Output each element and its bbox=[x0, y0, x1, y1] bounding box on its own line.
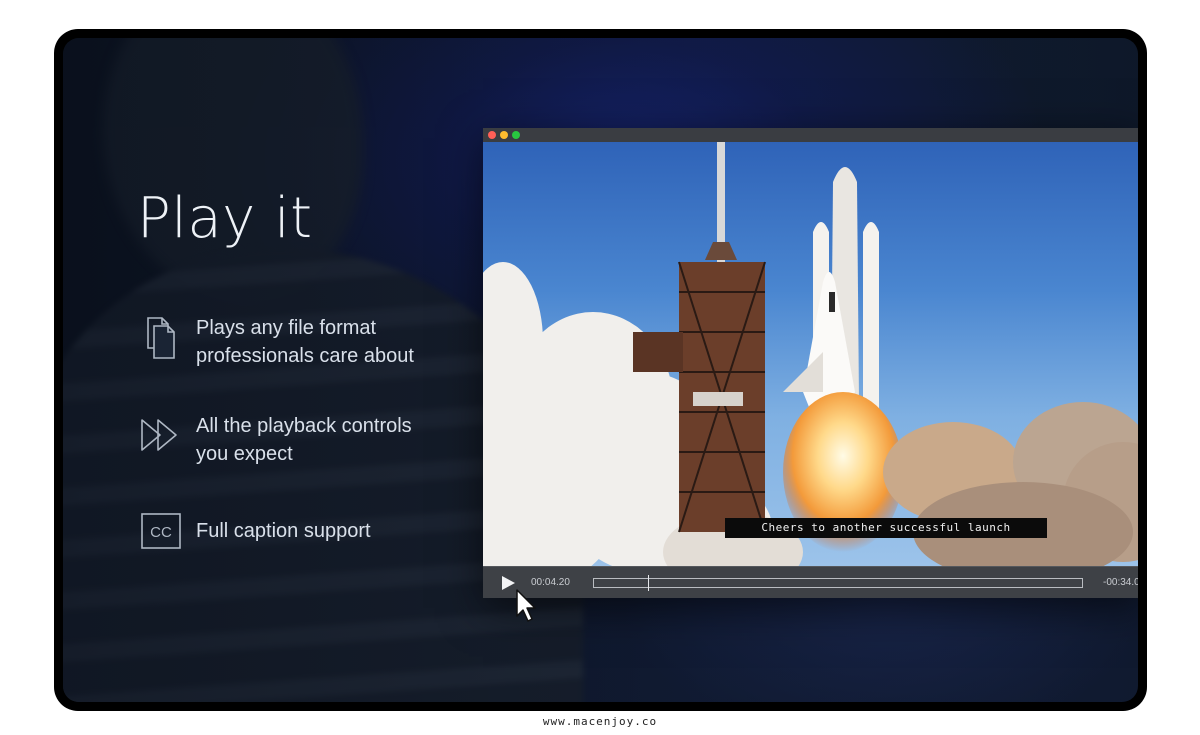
smoke-clouds-right bbox=[883, 402, 1138, 566]
feature-playback-line2: you expect bbox=[196, 443, 293, 465]
promo-screen: Play it Plays any file format profession… bbox=[63, 38, 1138, 702]
minimize-window-button[interactable] bbox=[500, 131, 508, 139]
feature-file-formats: Plays any file format professionals care… bbox=[138, 314, 414, 370]
feature-playback-controls: All the playback controls you expect bbox=[138, 412, 412, 468]
close-window-button[interactable] bbox=[488, 131, 496, 139]
video-player-window: Cheers to another successful launch 00:0… bbox=[483, 128, 1138, 598]
documents-icon bbox=[147, 317, 175, 359]
mouse-pointer-icon bbox=[516, 589, 536, 622]
footer-url[interactable]: www.macenjoy.co bbox=[0, 715, 1200, 728]
rocket-launch-scene bbox=[483, 142, 1138, 566]
feature-playback-line1: All the playback controls bbox=[196, 415, 412, 437]
player-controls: 00:04.20 -00:34.0 bbox=[483, 566, 1138, 598]
zoom-window-button[interactable] bbox=[512, 131, 520, 139]
player-titlebar bbox=[483, 128, 1138, 142]
cc-badge-text: CC bbox=[150, 524, 172, 541]
feature-file-formats-line1: Plays any file format bbox=[196, 317, 377, 339]
closed-caption-icon: CC bbox=[141, 513, 181, 549]
headline: Play it bbox=[137, 186, 313, 251]
video-frame[interactable]: Cheers to another successful launch bbox=[483, 142, 1138, 566]
play-icon bbox=[502, 575, 515, 590]
space-shuttle bbox=[783, 167, 879, 422]
remaining-time: -00:34.0 bbox=[1103, 577, 1138, 588]
playhead[interactable] bbox=[647, 574, 649, 591]
current-time: 00:04.20 bbox=[531, 577, 570, 588]
feature-file-formats-line2: professionals care about bbox=[196, 345, 414, 367]
device-frame: Play it Plays any file format profession… bbox=[54, 29, 1147, 711]
feature-captions: CC Full caption support bbox=[138, 508, 371, 554]
feature-captions-line1: Full caption support bbox=[196, 520, 371, 542]
fast-forward-icon bbox=[141, 419, 177, 451]
seek-bar[interactable] bbox=[593, 574, 1083, 591]
caption-subtitle: Cheers to another successful launch bbox=[725, 518, 1047, 538]
